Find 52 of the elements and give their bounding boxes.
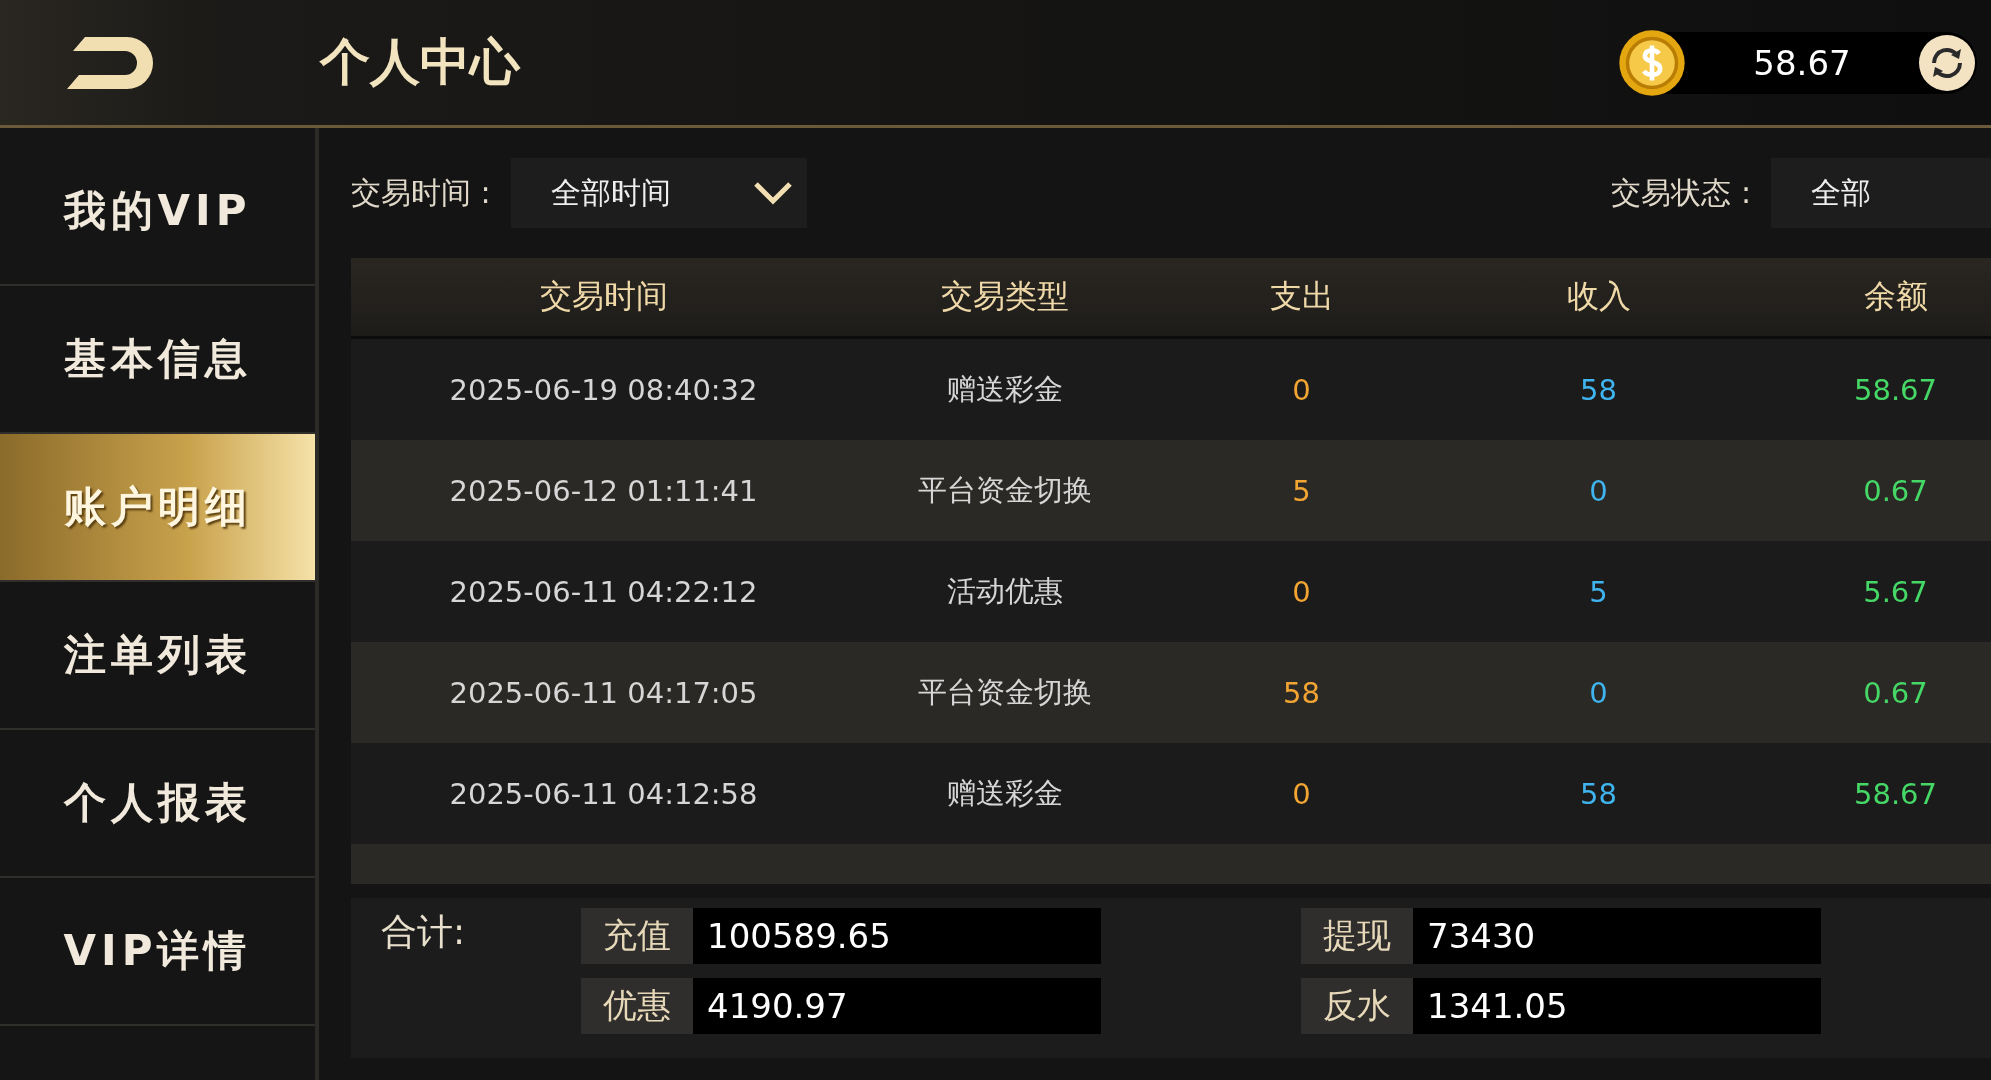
table-cell-text: 2025-06-12 01:11:41 [448,472,759,510]
table-cell-text: 0 [1588,472,1609,510]
total-label: 充值 [581,908,693,964]
table-cell-text: 平台资金切换 [916,673,1093,711]
table-cell-text: 0 [1291,573,1312,611]
total-value: 1341.05 [1413,978,1821,1034]
filter-label: 交易状态 : [1611,173,1751,212]
time-dropdown[interactable]: 全部时间 [510,158,807,228]
table-cell-text: 58 [1579,371,1618,409]
table-cell-text: 5 [1588,573,1609,611]
column-header: 交易类型 [939,276,1070,317]
total-value: 100589.65 [693,908,1101,964]
column-header: 余额 [1862,276,1929,317]
total-value: 73430 [1413,908,1821,964]
chevron-down-icon [752,181,793,205]
refresh-icon[interactable] [1917,32,1977,93]
sidebar-item[interactable]: 个人报表 [0,730,315,878]
table-cell-text: 58 [1579,775,1618,813]
table-cell-text: 0 [1291,775,1312,813]
table-cell-text: 活动优惠 [945,572,1064,610]
total-label: 提现 [1301,908,1413,964]
status-dropdown[interactable]: 全部 [1771,158,1991,228]
total-label: 优惠 [581,978,693,1034]
sidebar-item[interactable]: 我的VIP [0,138,315,286]
table-cell-text: 赠送彩金 [945,370,1064,408]
totals-label: 合计: [381,910,467,954]
table-cell-text: 58.67 [1853,775,1938,813]
table-cell-text: 5 [1291,472,1312,510]
table-cell-text: 2025-06-11 04:12:58 [448,775,759,813]
table-cell-text: 58 [1282,674,1321,712]
column-header: 交易时间 [538,276,669,317]
column-header: 收入 [1565,276,1632,317]
table-cell-text: 0.67 [1862,674,1929,712]
total-value: 4190.97 [693,978,1101,1034]
balance-amount: 58.67 [1752,42,1852,83]
table-cell-text: 平台资金切换 [916,471,1093,509]
page-title: 个人中心 [320,32,520,93]
table-cell-text: 2025-06-11 04:22:12 [448,573,759,611]
column-header: 支出 [1268,276,1335,317]
table-cell-text: 0 [1588,674,1609,712]
total-label: 反水 [1301,978,1413,1034]
table-cell-text: 58.67 [1853,371,1938,409]
table-cell-text: 0 [1291,371,1312,409]
table-cell-text: 2025-06-19 08:40:32 [448,371,759,409]
sidebar-item[interactable]: VIP详情 [0,878,315,1026]
table-cell-text: 2025-06-11 04:17:05 [448,674,759,712]
sidebar-item[interactable]: 注单列表 [0,582,315,730]
coin-icon [1617,27,1687,98]
table-cell-text: 5.67 [1862,573,1929,611]
filter-label: 交易时间 : [351,173,491,212]
table-cell-text: 赠送彩金 [945,774,1064,812]
table-cell-text: 0.67 [1862,472,1929,510]
